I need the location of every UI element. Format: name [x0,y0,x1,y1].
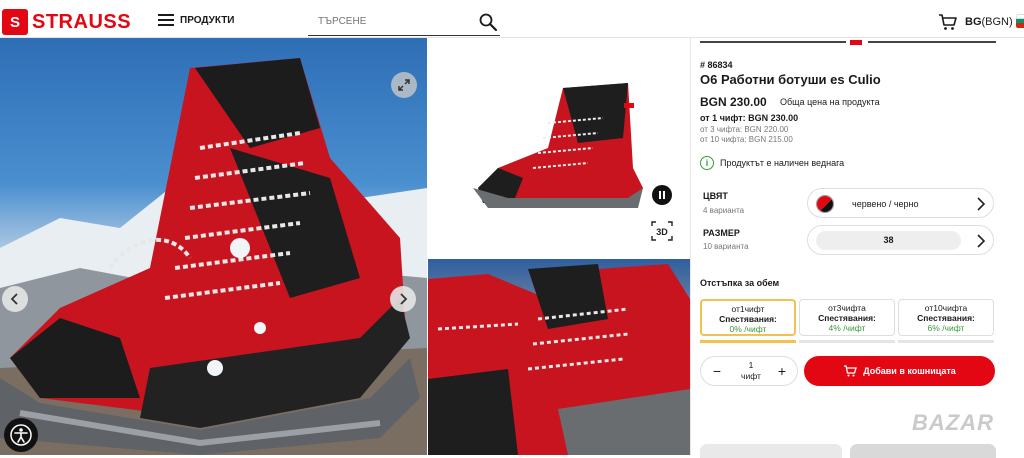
watermark-logo: BAZAR [912,410,994,435]
quantity-decrease-button[interactable]: − [708,362,726,380]
3d-label: 3D [656,227,668,237]
tier-progress-bar [700,340,796,343]
bulgaria-flag-icon [1016,14,1024,28]
product-thumbnail-closeup[interactable] [428,259,690,455]
tier-savings-label: Спестявания: [818,313,876,323]
quantity-value[interactable]: 1 чифт [731,360,771,382]
region-selector[interactable]: BG(BGN) [965,16,1013,28]
3d-view-icon: 3D [651,221,673,241]
tier-savings-label: Спестявания: [719,314,777,324]
tier-savings-pct: 4% /чифт [828,323,866,333]
color-variant-count: 4 варианта [703,206,745,215]
expand-image-button[interactable] [391,72,417,98]
chevron-left-icon [10,293,18,305]
quantity-stepper: − 1 чифт + [700,356,798,386]
products-menu-label: ПРОДУКТИ [180,14,235,26]
quantity-unit: чифт [741,371,761,381]
pause-rotation-button[interactable] [652,185,672,205]
tier-progress-bar [898,340,994,343]
add-to-cart-label: Добави в кошницата [863,366,956,376]
product-detail-panel: # 86834 O6 Работни ботуши es Culio BGN 2… [700,38,996,458]
size-selector[interactable]: 38 [807,225,994,255]
tier-price: от 3 чифта: BGN 220.00 [700,125,789,134]
accessibility-button[interactable] [4,418,38,452]
hamburger-icon [158,14,174,26]
volume-discount-title: Отстъпка за обем [700,278,780,288]
volume-tier-card[interactable]: от10чифта Спестявания: 6% /чифт [898,299,994,336]
accessibility-icon [10,424,32,446]
size-value: 38 [816,231,961,250]
3d-view-button[interactable]: 3D [651,221,673,241]
chevron-right-icon [977,234,986,248]
tab-underline-left [700,41,846,43]
strauss-logo[interactable]: S STRAUSS [2,9,131,35]
pause-icon [659,191,665,199]
boot-photo [0,58,427,455]
tab-indicator [850,40,862,45]
chevron-right-icon [400,293,408,305]
main-product-image[interactable] [0,38,427,455]
price-note: Обща цена на продукта [780,97,880,107]
tier-qty: от3чифта [828,303,866,313]
availability-text: Продуктът е наличен веднага [720,158,845,168]
region-code: BG [965,16,982,28]
search-icon[interactable] [478,12,498,32]
search-input[interactable] [318,16,468,27]
boot-closeup-photo [428,264,690,455]
header: S STRAUSS ПРОДУКТИ BG(BGN) [0,0,1024,38]
tier-qty: от10чифта [924,303,968,313]
add-to-cart-button[interactable]: Добави в кошницата [804,356,995,386]
chevron-right-icon [977,197,986,211]
previous-image-button[interactable] [2,286,28,312]
availability-status: i Продуктът е наличен веднага [700,156,844,170]
volume-tier-card[interactable]: от1чифт Спестявания: 0% /чифт [700,299,796,336]
tier-progress-bar [799,340,895,343]
secondary-action-button[interactable] [850,444,996,458]
size-variant-count: 10 варианта [703,242,749,251]
cart-icon[interactable] [938,13,958,31]
color-value: червено / черно [852,199,919,209]
next-image-button[interactable] [390,286,416,312]
tier-qty: от1чифт [731,304,765,314]
color-label: ЦВЯТ [703,191,728,201]
volume-tier-card[interactable]: от3чифта Спестявания: 4% /чифт [799,299,895,336]
tier-price: от 10 чифта: BGN 215.00 [700,135,793,144]
tier-savings-label: Спестявания: [917,313,975,323]
cart-plus-icon [844,365,858,377]
logo-text: STRAUSS [32,10,132,33]
quantity-increase-button[interactable]: + [773,362,791,380]
color-swatch [816,195,834,213]
region-currency: (BGN) [981,16,1013,28]
column-divider [690,38,691,455]
expand-icon [398,79,410,91]
products-menu-button[interactable]: ПРОДУКТИ [158,14,235,26]
tier-savings-pct: 0% /чифт [729,324,767,334]
secondary-action-button[interactable] [700,444,842,458]
tier-savings-pct: 6% /чифт [927,323,965,333]
info-icon: i [700,156,714,170]
product-title: O6 Работни ботуши es Culio [700,72,881,87]
product-sku: # 86834 [700,60,733,70]
product-price: BGN 230.00 [700,95,767,109]
quantity-number: 1 [748,360,754,370]
logo-mark-icon: S [2,9,28,35]
color-selector[interactable]: червено / черно [807,188,994,218]
unit-price: от 1 чифт: BGN 230.00 [700,113,799,123]
tab-underline-right [868,41,996,43]
search-bar [308,10,500,36]
size-label: РАЗМЕР [703,228,740,238]
